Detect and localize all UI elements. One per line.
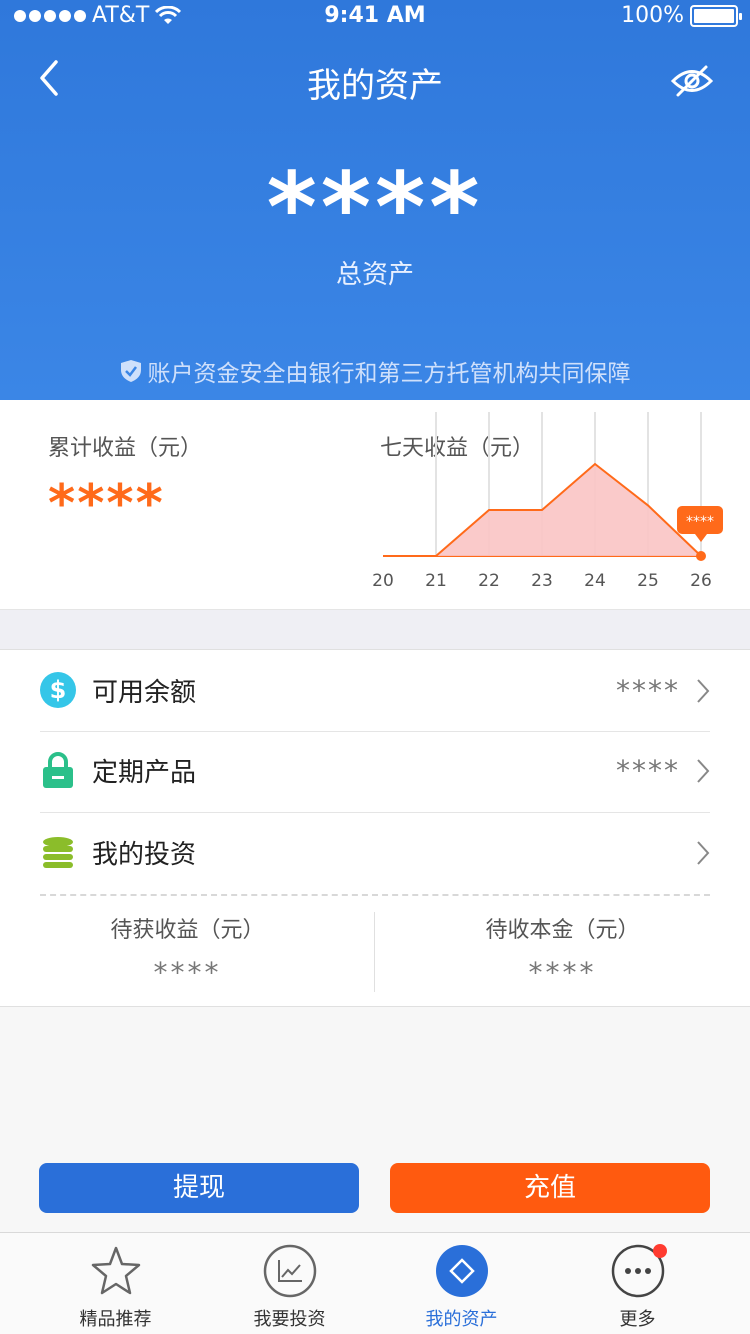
lock-icon xyxy=(43,752,73,788)
x-tick-label: 23 xyxy=(531,571,553,591)
list-item-fixed-products[interactable]: 定期产品 **** xyxy=(0,730,750,810)
cumulative-earnings-value: **** xyxy=(48,474,165,534)
tab-my-assets-label: 我的资产 xyxy=(425,1309,498,1330)
pending-income: 待获收益（元） **** xyxy=(0,912,375,989)
chart-point xyxy=(696,551,706,561)
list-item-my-investment[interactable]: 我的投资 xyxy=(0,812,750,892)
svg-text:$: $ xyxy=(50,676,67,704)
x-tick-label: 25 xyxy=(637,571,659,591)
available-balance-label: 可用余额 xyxy=(92,678,197,708)
notification-dot xyxy=(653,1244,667,1258)
pending-principal-value: **** xyxy=(528,956,597,989)
battery-icon xyxy=(690,4,742,27)
pending-principal: 待收本金（元） **** xyxy=(375,912,750,989)
x-tick-label: 26 xyxy=(690,571,712,591)
list-item-available-balance[interactable]: $ 可用余额 **** xyxy=(0,650,750,730)
x-tick-label: 21 xyxy=(425,571,447,591)
chevron-right-icon xyxy=(697,679,710,703)
fixed-products-label: 定期产品 xyxy=(92,758,197,788)
chart-icon xyxy=(263,1244,317,1298)
coin-stack-icon xyxy=(43,837,73,868)
chart-tooltip-pointer xyxy=(695,534,707,542)
tab-more-label: 更多 xyxy=(619,1309,656,1330)
total-assets-value: **** xyxy=(266,152,484,264)
my-investment-label: 我的投资 xyxy=(92,840,197,870)
header: AT&T 9:41 AM 100% 我的资产 **** 总资产 账户资金安全由银… xyxy=(0,0,750,400)
x-tick-label: 22 xyxy=(478,571,500,591)
x-tick-label: 20 xyxy=(372,571,394,591)
chart-tooltip-label: **** xyxy=(686,514,714,530)
safety-note: 账户资金安全由银行和第三方托管机构共同保障 xyxy=(0,354,750,388)
dollar-icon: $ xyxy=(40,672,76,708)
hide-eye-icon[interactable] xyxy=(670,64,714,98)
pending-income-value: **** xyxy=(153,956,222,989)
tab-invest[interactable]: 我要投资 xyxy=(196,1233,383,1334)
star-icon xyxy=(91,1246,141,1295)
fixed-products-value: **** xyxy=(616,754,680,787)
seven-day-chart: **** 20 21 22 23 24 25 26 xyxy=(372,412,723,591)
shield-icon xyxy=(120,360,141,382)
withdraw-button[interactable]: 提现 xyxy=(39,1163,359,1213)
total-assets-label: 总资产 xyxy=(335,260,414,290)
chevron-right-icon xyxy=(697,841,710,865)
tab-featured-label: 精品推荐 xyxy=(79,1309,152,1330)
dashed-divider xyxy=(40,894,710,896)
chevron-right-icon xyxy=(697,759,710,783)
tab-more[interactable]: 更多 xyxy=(544,1233,731,1334)
more-icon xyxy=(611,1244,667,1298)
asset-list: $ 可用余额 **** 定期产品 **** 我的投资 待获收益（元） **** xyxy=(0,650,750,1007)
available-balance-value: **** xyxy=(616,674,680,707)
tab-bar: 精品推荐 我要投资 我的资产 更多 xyxy=(0,1232,750,1334)
safety-note-text: 账户资金安全由银行和第三方托管机构共同保障 xyxy=(147,361,631,387)
x-tick-label: 24 xyxy=(584,571,606,591)
diamond-icon xyxy=(436,1245,488,1297)
battery-percent: 100% xyxy=(621,3,684,28)
tab-featured[interactable]: 精品推荐 xyxy=(22,1233,209,1334)
cumulative-earnings-label: 累计收益（元） xyxy=(48,436,203,461)
pending-income-label: 待获收益（元） xyxy=(110,918,265,943)
recharge-button[interactable]: 充值 xyxy=(390,1163,710,1213)
tab-invest-label: 我要投资 xyxy=(253,1309,326,1330)
page-title: 我的资产 xyxy=(307,66,443,106)
pending-principal-label: 待收本金（元） xyxy=(485,918,640,943)
section-divider xyxy=(0,610,750,650)
tab-my-assets[interactable]: 我的资产 xyxy=(368,1233,555,1334)
status-bar: AT&T 9:41 AM 100% xyxy=(0,0,750,32)
